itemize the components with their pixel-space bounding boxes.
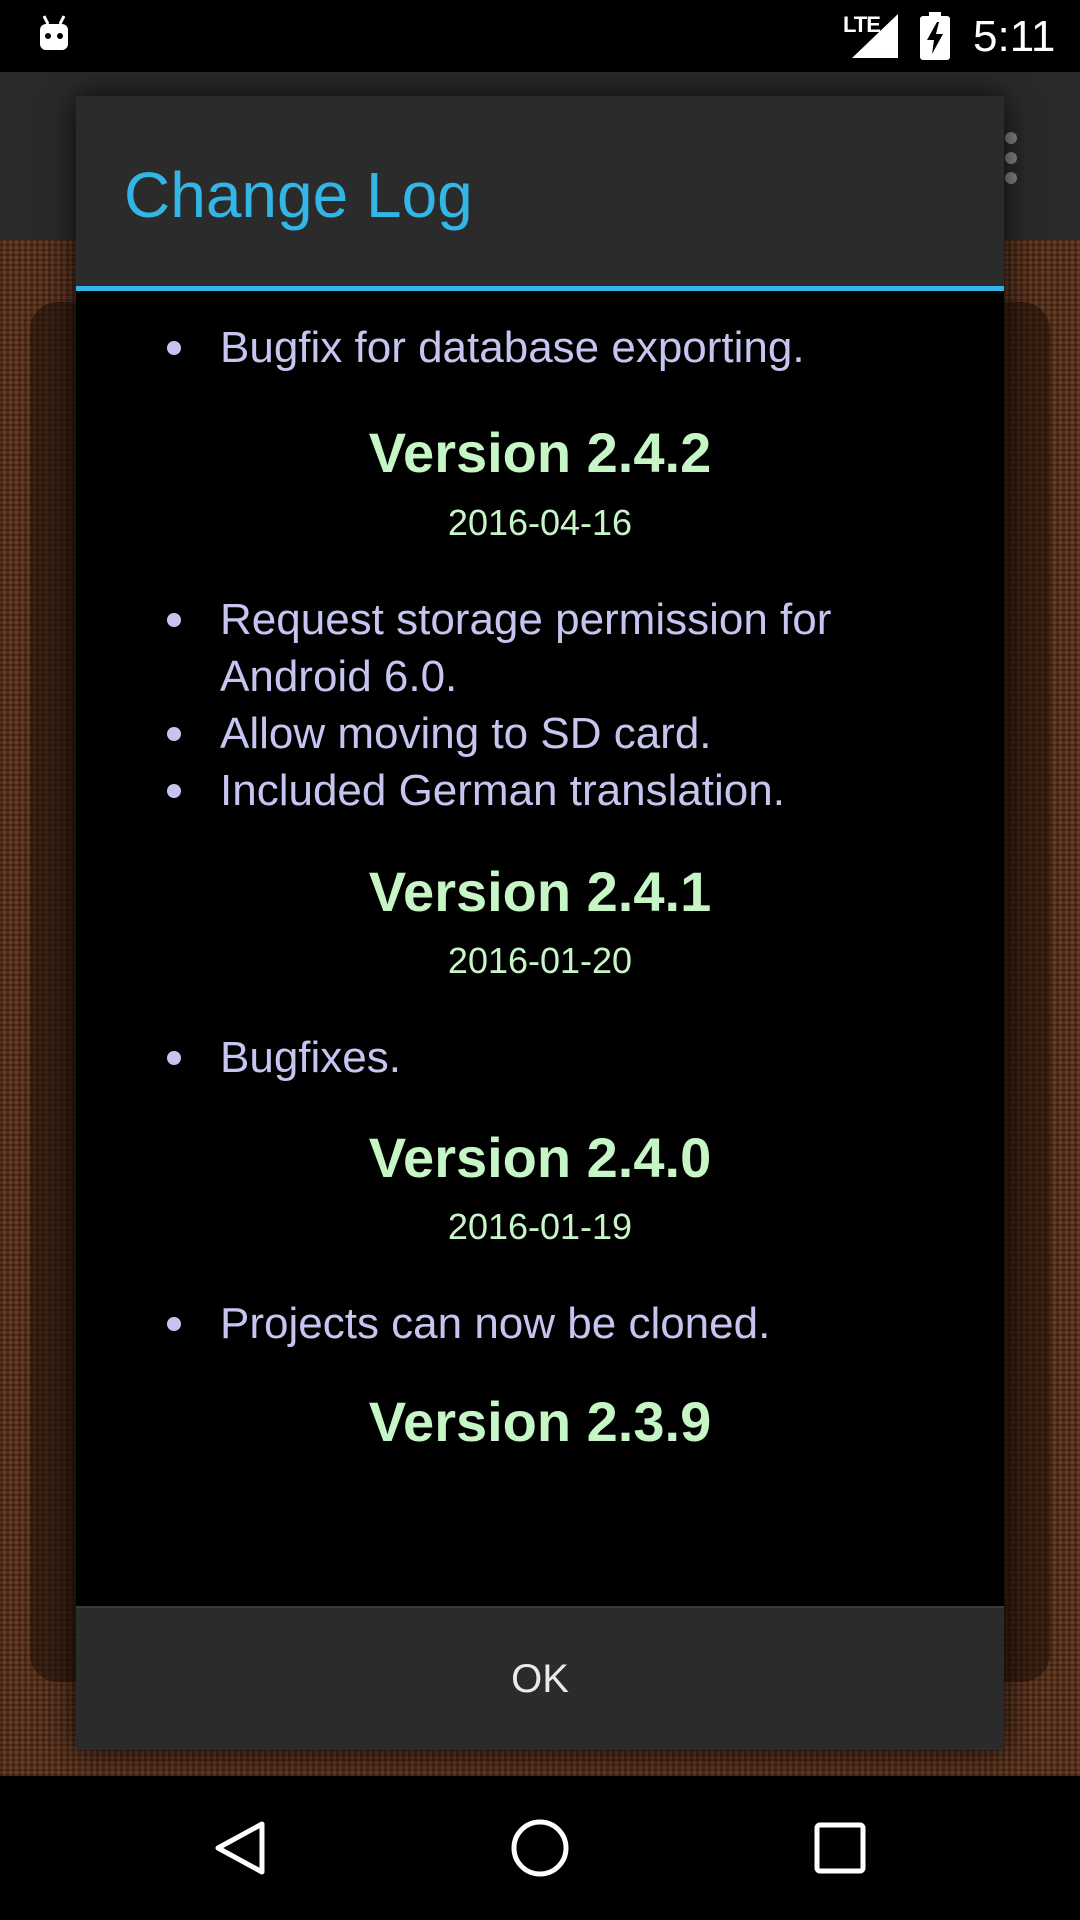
bullet [167, 613, 181, 627]
version-heading: Version 2.4.0 [368, 1126, 712, 1189]
bullet [167, 727, 181, 741]
list-item: Request storage permission for Android 6… [76, 591, 1004, 705]
bullet [167, 784, 181, 798]
change-list: Request storage permission for Android 6… [76, 591, 1004, 819]
version-heading: Version 2.3.9 [368, 1390, 712, 1453]
home-icon[interactable] [508, 1816, 572, 1880]
version-heading: Version 2.4.1 [368, 860, 712, 923]
list-item: Included German translation. [76, 762, 1004, 819]
version-date: 2016-01-19 [447, 1206, 633, 1247]
dialog-title-bar: Change Log [76, 96, 1004, 291]
bullet [167, 1317, 181, 1331]
change-log-dialog: Change Log Bugfix for database exporting… [76, 96, 1004, 1750]
signal-icon [852, 14, 898, 58]
bullet [167, 1051, 181, 1065]
overflow-menu-icon[interactable] [1005, 132, 1019, 184]
change-list: Bugfixes. [76, 1029, 1004, 1086]
version-date: 2016-04-16 [447, 502, 633, 543]
list-item: Bugfix for database exporting. [76, 319, 1004, 376]
list-item: Bugfixes. [76, 1029, 1004, 1086]
battery-charging-icon [920, 12, 950, 60]
recents-icon[interactable] [808, 1816, 872, 1880]
bullet [167, 341, 181, 355]
android-notification-icon [40, 15, 68, 50]
back-icon[interactable] [208, 1816, 272, 1880]
dialog-title: Change Log [124, 159, 473, 231]
status-bar: LTE 5:11 [0, 0, 1080, 72]
change-list: Projects can now be cloned. [76, 1295, 1004, 1352]
version-heading: Version 2.4.2 [368, 421, 712, 484]
navigation-bar [0, 1776, 1080, 1920]
list-item: Allow moving to SD card. [76, 705, 1004, 762]
change-list: Bugfix for database exporting. [76, 319, 1004, 376]
change-log-content[interactable]: Bugfix for database exporting. Version 2… [76, 291, 1004, 1602]
version-date: 2016-01-20 [447, 940, 633, 981]
list-item: Projects can now be cloned. [76, 1295, 1004, 1352]
status-time: 5:11 [973, 12, 1056, 61]
ok-button[interactable]: OK [76, 1608, 1004, 1750]
dialog-footer: OK [76, 1606, 1004, 1750]
